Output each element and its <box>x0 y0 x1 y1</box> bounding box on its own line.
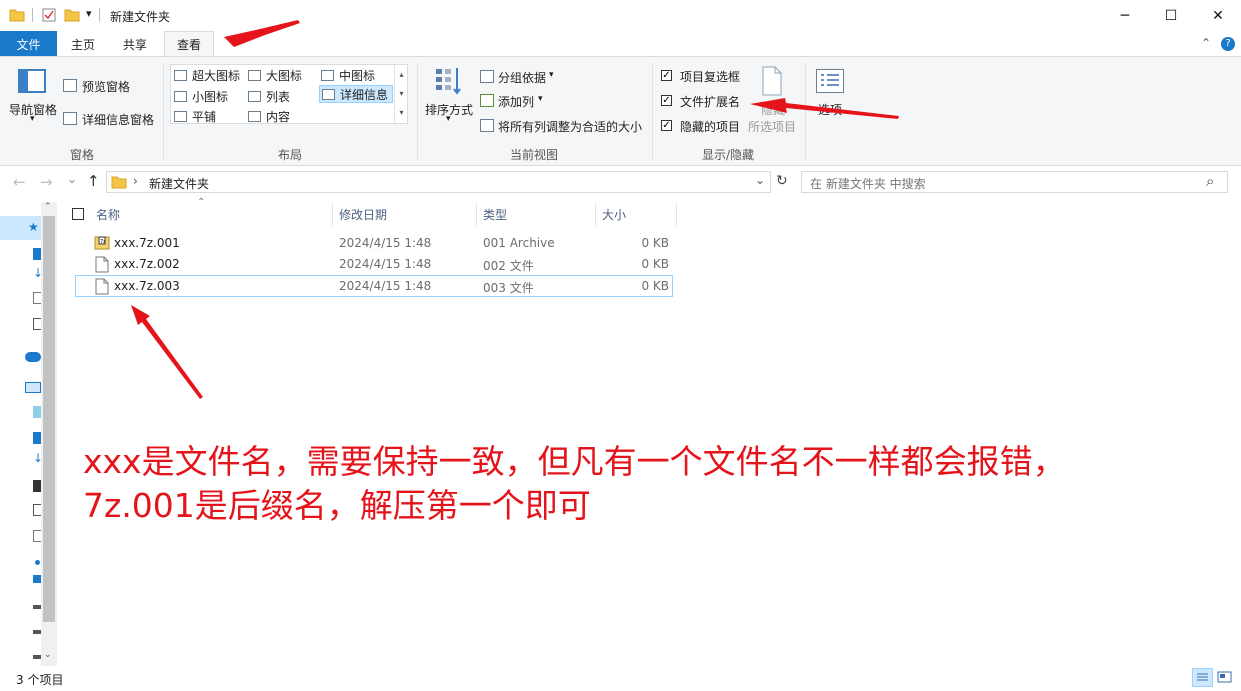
annotation-text: xxx是文件名，需要保持一致，但凡有一个文件名不一样都会报错， 7z.001是后… <box>83 440 1213 528</box>
annotation-arrows <box>131 20 899 399</box>
arrow-file-extensions <box>750 98 899 119</box>
status-bar: 3 个项目 <box>0 666 1241 691</box>
arrow-view-tab <box>224 20 300 47</box>
annotation-line-1: xxx是文件名，需要保持一致，但凡有一个文件名不一样都会报错， <box>83 442 1066 481</box>
details-view-button[interactable] <box>1192 668 1213 687</box>
annotation-line-2: 7z.001是后缀名，解压第一个即可 <box>83 486 591 525</box>
arrow-file-row <box>131 305 203 399</box>
large-icons-view-button[interactable] <box>1217 670 1233 684</box>
item-count: 3 个项目 <box>16 673 64 687</box>
